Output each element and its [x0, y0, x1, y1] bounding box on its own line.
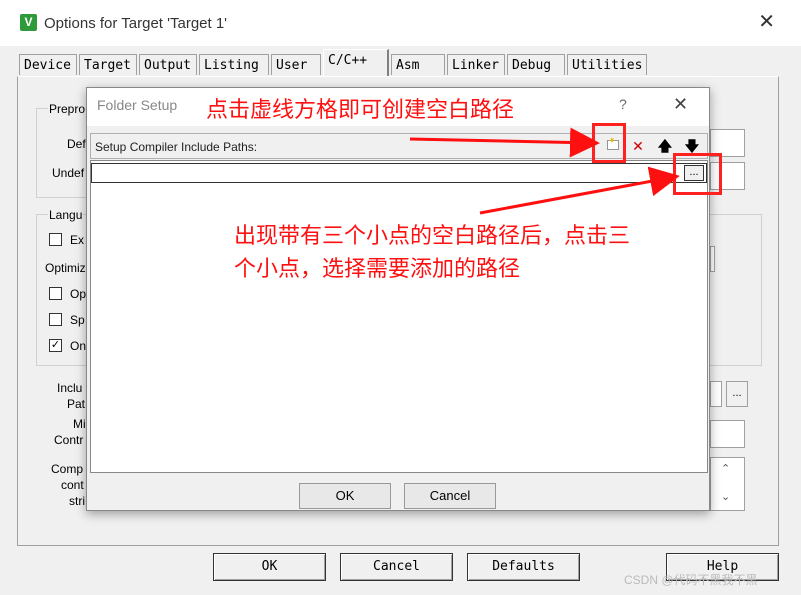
arrow-to-ellipsis [479, 166, 680, 215]
tab-cc[interactable]: C/C++ [323, 49, 389, 76]
arrow-to-new-folder [409, 127, 600, 158]
annotation-arrows [409, 127, 680, 215]
